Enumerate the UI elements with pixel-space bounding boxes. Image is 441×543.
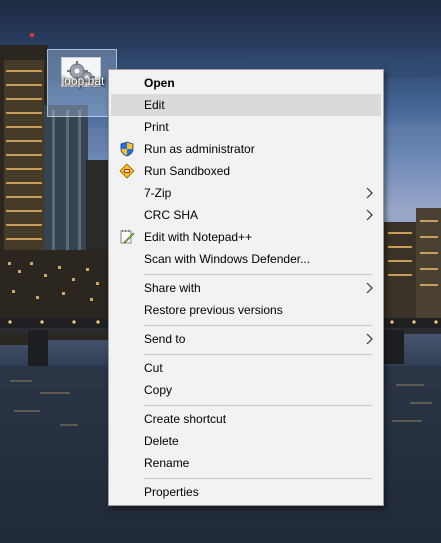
menu-separator [144, 354, 372, 355]
menu-item-label: Scan with Windows Defender... [144, 252, 311, 266]
chevron-right-icon [366, 187, 373, 199]
menu-item-label: Rename [144, 456, 190, 470]
menu-item-print[interactable]: Print [111, 116, 381, 138]
menu-item-label: Edit [144, 98, 165, 112]
menu-item-label: Send to [144, 332, 186, 346]
menu-item-copy[interactable]: Copy [111, 379, 381, 401]
menu-item-share-with[interactable]: Share with [111, 277, 381, 299]
sandboxie-icon [119, 163, 135, 179]
menu-separator [144, 274, 372, 275]
menu-item-delete[interactable]: Delete [111, 430, 381, 452]
menu-item-label: Properties [144, 485, 199, 499]
menu-item-label: Cut [144, 361, 163, 375]
menu-item-edit-with-notepad-plus-plus[interactable]: Edit with Notepad++ [111, 226, 381, 248]
menu-item-label: Create shortcut [144, 412, 227, 426]
menu-item-run-sandboxed[interactable]: Run Sandboxed [111, 160, 381, 182]
menu-item-send-to[interactable]: Send to [111, 328, 381, 350]
menu-item-cut[interactable]: Cut [111, 357, 381, 379]
chevron-right-icon [366, 282, 373, 294]
menu-item-label: Run as administrator [144, 142, 255, 156]
menu-item-label: Run Sandboxed [144, 164, 231, 178]
menu-item-open[interactable]: Open [111, 72, 381, 94]
menu-item-label: Copy [144, 383, 173, 397]
menu-separator [144, 478, 372, 479]
menu-item-restore-previous-versions[interactable]: Restore previous versions [111, 299, 381, 321]
uac-shield-icon [120, 141, 134, 157]
menu-item-label: Delete [144, 434, 179, 448]
menu-item-label: Restore previous versions [144, 303, 283, 317]
menu-item-label: Open [144, 76, 175, 90]
menu-item-edit[interactable]: Edit [111, 94, 381, 116]
chevron-right-icon [366, 333, 373, 345]
desktop-file-loop-bat[interactable]: loop.bat [47, 49, 117, 117]
menu-separator [144, 325, 372, 326]
notepad-plus-plus-icon [120, 230, 135, 244]
chevron-right-icon [366, 209, 373, 221]
menu-item-scan-with-windows-defender[interactable]: Scan with Windows Defender... [111, 248, 381, 270]
menu-item-properties[interactable]: Properties [111, 481, 381, 503]
menu-item-create-shortcut[interactable]: Create shortcut [111, 408, 381, 430]
context-menu: Open Edit Print Run as administrator Run… [108, 69, 384, 506]
menu-item-crc-sha[interactable]: CRC SHA [111, 204, 381, 226]
menu-item-label: Share with [144, 281, 201, 295]
menu-item-label: 7-Zip [144, 186, 172, 200]
menu-separator [144, 405, 372, 406]
menu-item-label: Edit with Notepad++ [144, 230, 253, 244]
menu-item-rename[interactable]: Rename [111, 452, 381, 474]
menu-item-7-zip[interactable]: 7-Zip [111, 182, 381, 204]
menu-item-run-as-administrator[interactable]: Run as administrator [111, 138, 381, 160]
menu-item-label: Print [144, 120, 169, 134]
menu-item-label: CRC SHA [144, 208, 199, 222]
